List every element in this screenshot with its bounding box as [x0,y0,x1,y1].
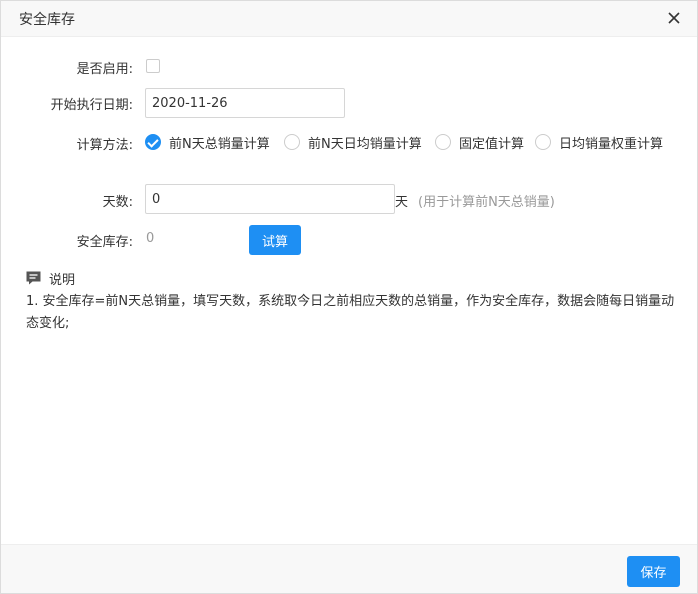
radio-circle-icon [284,134,300,150]
note-text: 1. 安全库存=前N天总销量，填写天数，系统取今日之前相应天数的总销量，作为安全… [26,294,675,331]
days-unit: 天 [395,195,409,210]
method-option-total[interactable]: 前N天总销量计算 [145,132,270,152]
method-option-weighted[interactable]: 日均销量权重计算 [535,132,663,152]
dialog-footer: 保存 [1,544,697,593]
method-option-label: 固定值计算 [459,136,525,152]
days-label: 天数: [102,195,133,210]
method-option-label: 前N天总销量计算 [169,136,270,152]
days-hint: (用于计算前N天总销量) [418,195,555,210]
enable-label: 是否启用: [76,62,133,77]
save-button[interactable]: 保存 [627,556,680,587]
close-icon [668,12,680,24]
method-option-fixed[interactable]: 固定值计算 [435,132,524,152]
note-header: 说明 [25,269,76,288]
check-icon [145,134,161,150]
close-button[interactable] [663,7,685,29]
safety-stock-value: 0 [146,231,155,246]
days-input[interactable] [145,184,395,214]
enable-checkbox[interactable] [146,59,160,73]
comment-icon [26,271,41,285]
start-date-input[interactable] [145,88,345,118]
radio-circle-icon [535,134,551,150]
dialog-title: 安全库存 [19,12,75,28]
safety-stock-dialog: 安全库存 是否启用: 开始执行日期: 计算方法: 前N天总销量计算 前N天日均销… [0,0,698,594]
method-option-daily-avg[interactable]: 前N天日均销量计算 [284,132,422,152]
start-date-label: 开始执行日期: [50,98,133,113]
calc-button[interactable]: 试算 [249,225,301,255]
method-option-label: 前N天日均销量计算 [308,136,422,152]
method-option-label: 日均销量权重计算 [559,136,664,152]
safety-stock-label: 安全库存: [76,235,133,250]
radio-circle-icon [435,134,451,150]
method-label: 计算方法: [76,138,133,153]
note-title: 说明 [49,272,76,288]
dialog-header: 安全库存 [1,1,697,37]
